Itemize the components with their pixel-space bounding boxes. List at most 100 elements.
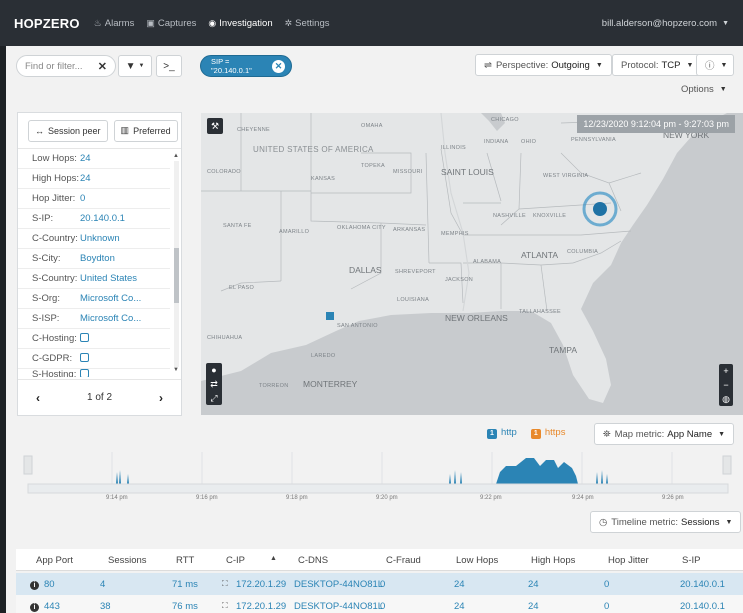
property-value[interactable]: 24 bbox=[80, 153, 91, 164]
map-label-omaha: OMAHA bbox=[361, 123, 383, 129]
map-basemap bbox=[201, 113, 743, 415]
col-sessions[interactable]: Sessions bbox=[108, 555, 147, 566]
timeline-metric-dropdown[interactable]: ◷ Timeline metric: Sessions ▼ bbox=[590, 511, 742, 533]
filter-menu-button[interactable]: ▼ ▼ bbox=[118, 55, 152, 77]
property-value[interactable]: Microsoft Co... bbox=[80, 293, 141, 304]
property-row: Low Hops: 24 bbox=[18, 149, 170, 169]
nav-investigation-label: Investigation bbox=[219, 17, 273, 29]
preferred-button[interactable]: ▥ Preferred bbox=[113, 119, 178, 142]
cell-sessions: 4 bbox=[100, 578, 106, 590]
timeline-metric-value: Sessions bbox=[680, 516, 720, 528]
legend-http[interactable]: 1 http bbox=[487, 427, 517, 439]
col-high-hops[interactable]: High Hops bbox=[531, 555, 575, 566]
map-label-chihuahua: CHIHUAHUA bbox=[207, 335, 243, 341]
map-zoom-tools: + − ◍ bbox=[719, 364, 733, 406]
timeline-right-handle[interactable] bbox=[722, 455, 732, 475]
property-value[interactable]: Unknown bbox=[80, 233, 120, 244]
map-label-cheyenne: CHEYENNE bbox=[237, 127, 270, 133]
col-hop-jitter[interactable]: Hop Jitter bbox=[608, 555, 649, 566]
session-peer-button[interactable]: ↔ Session peer bbox=[28, 119, 108, 142]
nav-captures[interactable]: ▣ Captures bbox=[146, 18, 196, 29]
property-value[interactable]: Microsoft Co... bbox=[80, 313, 141, 324]
prev-page-icon[interactable]: ‹ bbox=[36, 391, 40, 405]
nav-alarms[interactable]: ♨ Alarms bbox=[94, 18, 135, 29]
property-value[interactable]: Boydton bbox=[80, 253, 115, 264]
nav-captures-label: Captures bbox=[157, 17, 197, 29]
caret-down-icon: ▼ bbox=[725, 518, 733, 526]
server-location-marker[interactable] bbox=[593, 202, 607, 216]
timeline-tick: 9:14 pm bbox=[106, 495, 128, 501]
ocean-shape bbox=[201, 113, 743, 415]
map-label-alabama: ALABAMA bbox=[473, 259, 502, 265]
zoom-out-icon[interactable]: − bbox=[723, 378, 728, 392]
property-scrollbar[interactable]: ▲ ▼ bbox=[172, 153, 180, 375]
map-label-colorado: COLORADO bbox=[207, 169, 241, 175]
next-page-icon[interactable]: › bbox=[159, 391, 163, 405]
filter-input[interactable]: Find or filter... ✕ bbox=[16, 55, 116, 77]
remove-chip-icon[interactable]: ✕ bbox=[272, 59, 285, 73]
col-low-hops[interactable]: Low Hops bbox=[456, 555, 498, 566]
timeline-range-bar[interactable] bbox=[27, 483, 729, 494]
map-label-nashville: NASHVILLE bbox=[493, 213, 526, 219]
info-icon[interactable]: i bbox=[30, 580, 39, 590]
property-key: C-GDPR: bbox=[32, 353, 73, 364]
s-hosting-checkbox[interactable] bbox=[80, 369, 89, 377]
map-metric-icon: ⛯ bbox=[603, 428, 611, 440]
col-s-ip[interactable]: S-IP bbox=[682, 555, 700, 566]
scroll-thumb[interactable] bbox=[174, 248, 179, 303]
filter-chip[interactable]: SIP = "20.140.0.1" ✕ bbox=[200, 55, 292, 77]
scroll-up-icon[interactable]: ▲ bbox=[173, 153, 179, 159]
clear-filter-icon[interactable]: ✕ bbox=[98, 60, 107, 73]
map-label-west-virginia: WEST VIRGINIA bbox=[543, 173, 589, 179]
user-menu[interactable]: bill.alderson@hopzero.com ▼ bbox=[602, 18, 729, 29]
protocol-dropdown[interactable]: Protocol: TCP ▼ bbox=[612, 54, 703, 76]
swap-icon[interactable]: ⇄ bbox=[210, 377, 218, 391]
client-location-marker[interactable] bbox=[326, 312, 334, 320]
legend-https[interactable]: 1 https bbox=[530, 427, 565, 439]
col-app-port[interactable]: App Port bbox=[36, 555, 73, 566]
terminal-icon: >_ bbox=[163, 60, 175, 72]
table-row[interactable]: i 443 38 76 ms ⛶ 172.20.1.29 DESKTOP-44N… bbox=[16, 595, 743, 613]
info-icon[interactable]: i bbox=[30, 602, 39, 612]
expand-icon[interactable]: ⤢ bbox=[210, 391, 217, 405]
info-dropdown[interactable]: ⓘ ▼ bbox=[696, 54, 734, 76]
brand-logo[interactable]: HOPZERO bbox=[14, 16, 80, 31]
caret-down-icon: ▼ bbox=[720, 61, 728, 69]
sort-asc-icon[interactable]: ▲ bbox=[270, 555, 277, 562]
nav-investigation[interactable]: ◉ Investigation bbox=[208, 18, 272, 29]
table-row[interactable]: i 80 4 71 ms ⛶ 172.20.1.29 DESKTOP-44NO8… bbox=[16, 573, 743, 595]
preferred-label: Preferred bbox=[133, 125, 171, 136]
property-value[interactable]: United States bbox=[80, 273, 137, 284]
session-map[interactable]: CHICAGO CHEYENNE OMAHA UNITED STATES OF … bbox=[201, 113, 743, 415]
globe-icon[interactable]: ◍ bbox=[722, 392, 730, 406]
c-gdpr-checkbox[interactable] bbox=[80, 352, 89, 362]
options-dropdown[interactable]: Options ▼ bbox=[673, 78, 735, 100]
property-key: S-Org: bbox=[32, 293, 60, 304]
caret-down-icon: ▼ bbox=[595, 61, 603, 69]
map-metric-dropdown[interactable]: ⛯ Map metric: App Name ▼ bbox=[594, 423, 735, 445]
console-button[interactable]: >_ bbox=[156, 55, 182, 77]
zoom-in-icon[interactable]: + bbox=[723, 364, 728, 378]
property-value[interactable]: 20.140.0.1 bbox=[80, 213, 125, 224]
clock-icon: ◷ bbox=[599, 516, 608, 528]
c-hosting-checkbox[interactable] bbox=[80, 332, 89, 342]
cell-rtt: 76 ms bbox=[172, 600, 198, 612]
property-value[interactable]: 0 bbox=[80, 193, 85, 204]
sessions-table-header: App Port Sessions RTT C-IP ▲ C-DNS C-Fra… bbox=[16, 549, 743, 571]
wrench-icon[interactable]: ⚒ bbox=[207, 118, 223, 134]
property-value[interactable]: 24 bbox=[80, 173, 91, 184]
map-metric-value: App Name bbox=[667, 428, 713, 440]
cell-c-dns: DESKTOP-44NO81L bbox=[294, 600, 384, 612]
nav-settings[interactable]: ✲ Settings bbox=[285, 18, 330, 29]
timeline-left-handle[interactable] bbox=[23, 455, 33, 475]
map-label-illinois: ILLINOIS bbox=[441, 145, 467, 151]
perspective-dropdown[interactable]: ⇌ Perspective: Outgoing ▼ bbox=[475, 54, 612, 76]
network-icon: ⛶ bbox=[222, 579, 228, 588]
col-c-dns[interactable]: C-DNS bbox=[298, 555, 328, 566]
col-c-ip[interactable]: C-IP bbox=[226, 555, 245, 566]
col-c-fraud[interactable]: C-Fraud bbox=[386, 555, 421, 566]
col-rtt[interactable]: RTT bbox=[176, 555, 194, 566]
scroll-down-icon[interactable]: ▼ bbox=[173, 367, 179, 373]
gear-icon: ✲ bbox=[284, 17, 293, 28]
circle-select-icon[interactable]: ● bbox=[211, 363, 216, 377]
